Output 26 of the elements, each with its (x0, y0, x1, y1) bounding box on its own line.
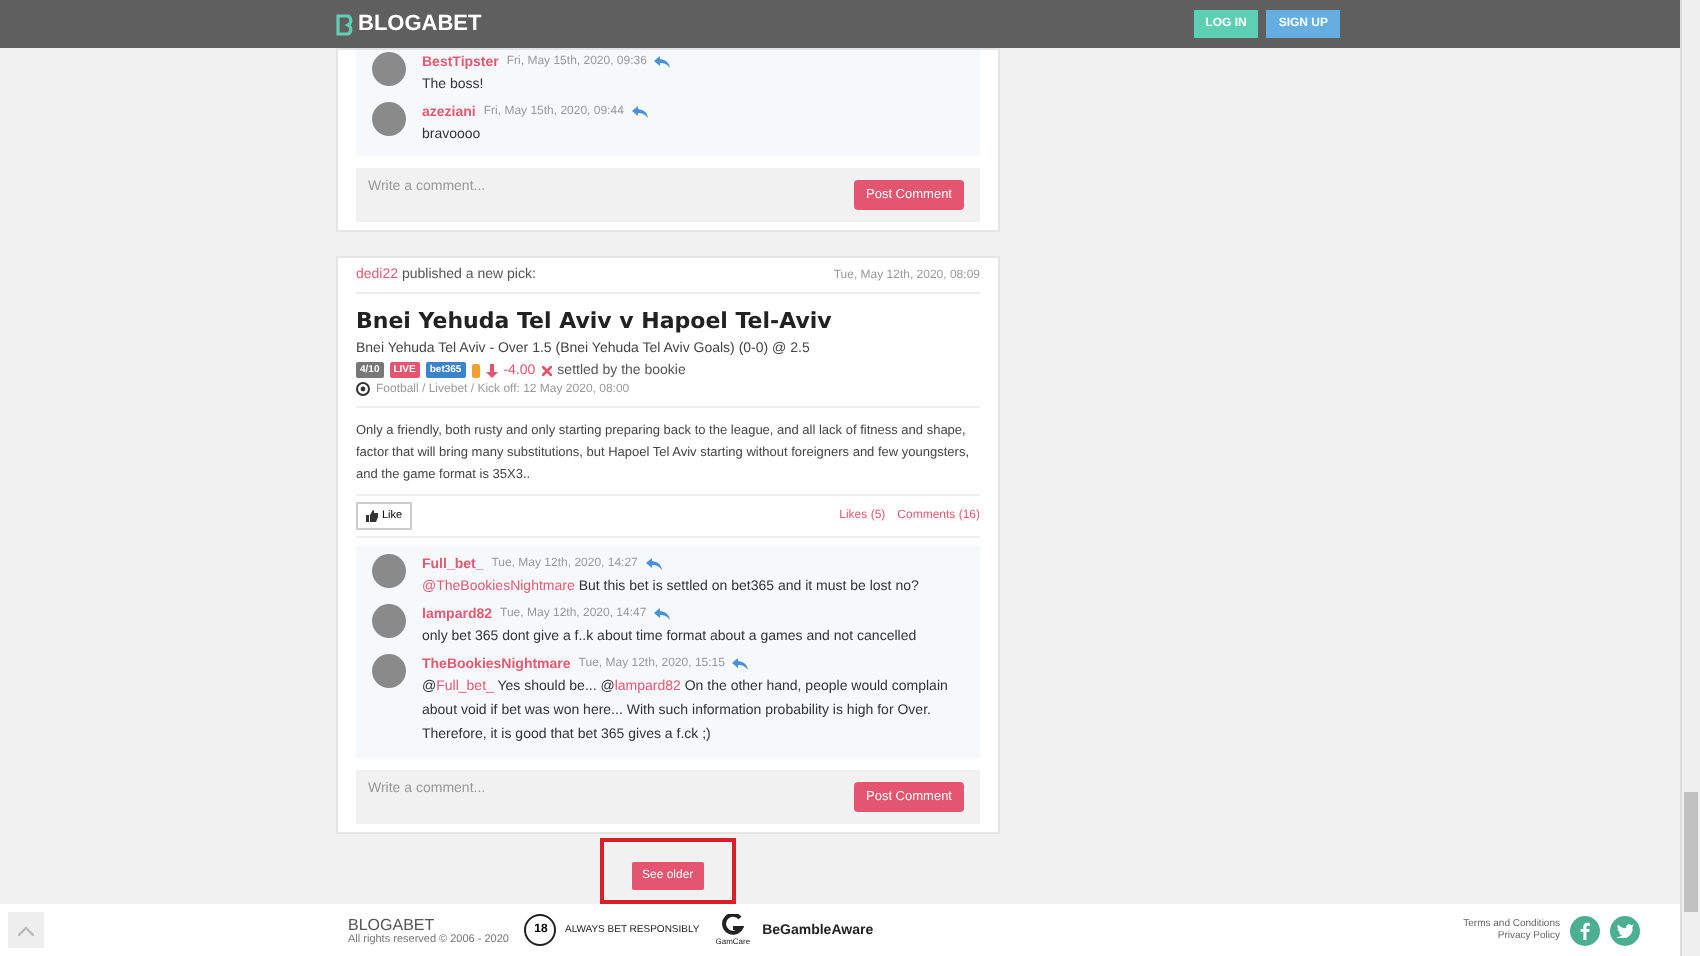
reply-icon[interactable] (645, 558, 662, 570)
reply-icon[interactable] (631, 106, 648, 118)
gamcare-logo-icon (721, 914, 744, 936)
logo-icon (336, 13, 354, 35)
footer-brand: BLOGABET (348, 915, 437, 933)
avatar (372, 52, 406, 86)
cross-icon (541, 365, 552, 375)
avatar (372, 554, 406, 588)
facebook-button[interactable] (1570, 915, 1600, 945)
chevron-up-icon (18, 925, 34, 935)
down-arrow-icon (485, 363, 498, 377)
bar-icon (471, 363, 480, 377)
facebook-icon (1580, 921, 1590, 939)
pick-title: Bnei Yehuda Tel Aviv v Hapoel Tel-Aviv (356, 308, 834, 334)
reply-icon[interactable] (654, 608, 671, 620)
back-to-top-button[interactable] (8, 912, 44, 948)
logo-text[interactable]: BLOGABET (358, 12, 482, 36)
thumbs-up-icon (366, 510, 378, 522)
reply-icon[interactable] (732, 658, 749, 670)
reply-icon[interactable] (654, 56, 671, 68)
avatar (372, 604, 406, 638)
twitter-button[interactable] (1610, 915, 1640, 945)
football-icon (356, 382, 370, 396)
avatar (372, 654, 406, 688)
bird-icon (1616, 923, 1634, 937)
avatar (372, 102, 406, 136)
